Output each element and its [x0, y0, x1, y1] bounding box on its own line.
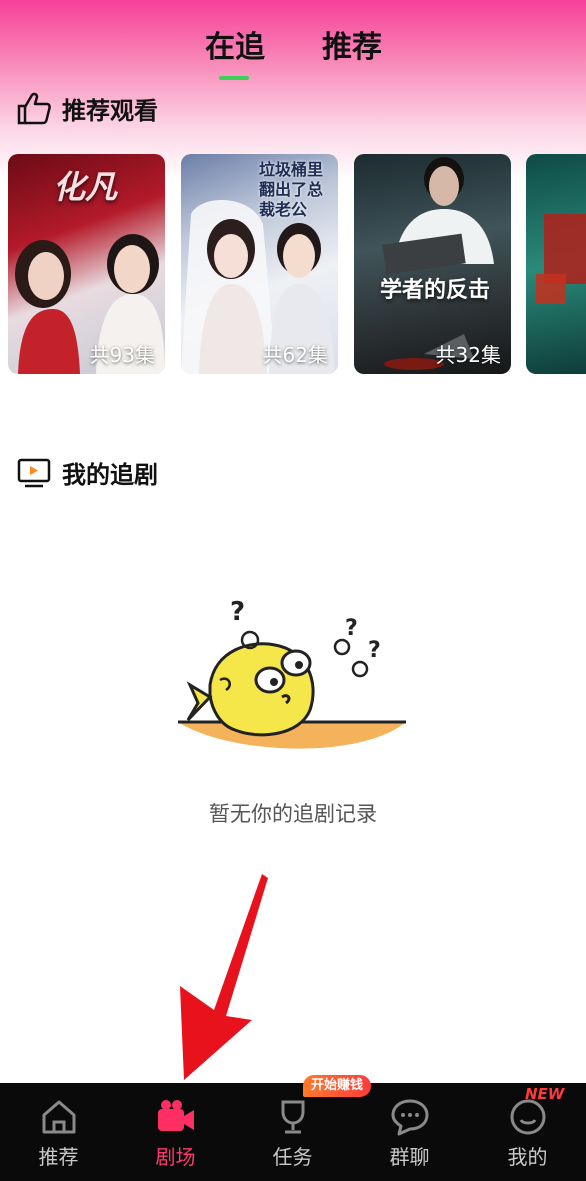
tv-icon [17, 458, 51, 488]
svg-text:?: ? [230, 597, 245, 627]
nav-item-tasks[interactable]: 任务 [234, 1083, 351, 1181]
episode-count: 共32集 [435, 343, 501, 367]
tab-following[interactable]: 在追 [205, 22, 265, 66]
chat-bubble-icon [391, 1099, 428, 1136]
my-shows-section-title: 我的追剧 [62, 460, 158, 489]
recommend-carousel[interactable]: 化凡 共93集 垃圾桶里翻出了总裁老公 共62集 学者的反击 共32集 [8, 154, 586, 376]
drama-card[interactable]: 学者的反击 共32集 [354, 154, 511, 374]
my-shows-section-header: 我的追剧 [16, 452, 158, 492]
confused-fish-illustration: ? ? ? [178, 597, 406, 749]
empty-state-text: 暂无你的追剧记录 [209, 802, 377, 826]
nav-label: 任务 [272, 1145, 313, 1169]
home-icon [42, 1100, 75, 1134]
thumbs-up-icon [17, 92, 51, 125]
nav-label: 推荐 [38, 1145, 79, 1169]
drama-card[interactable] [526, 154, 586, 374]
tab-recommend[interactable]: 推荐 [322, 22, 382, 66]
episode-count: 共62集 [262, 343, 328, 367]
drama-card[interactable]: 化凡 共93集 [8, 154, 165, 374]
nav-item-home[interactable]: 推荐 [0, 1083, 117, 1181]
nav-label: 我的 [507, 1145, 548, 1169]
drama-title-art: 垃圾桶里翻出了总裁老公 [259, 160, 324, 219]
active-tab-indicator [219, 76, 249, 80]
recommend-section-header: 推荐观看 [16, 88, 158, 128]
nav-label: 群聊 [389, 1145, 430, 1169]
new-badge: NEW [525, 1085, 565, 1103]
recommend-section-title: 推荐观看 [62, 96, 158, 125]
nav-item-theater[interactable]: 剧场 [117, 1083, 234, 1181]
nav-label: 剧场 [155, 1145, 196, 1169]
drama-card[interactable]: 垃圾桶里翻出了总裁老公 共62集 [181, 154, 338, 374]
video-camera-icon [157, 1100, 194, 1131]
nav-item-group-chat[interactable]: 群聊 [351, 1083, 468, 1181]
drama-title-art: 化凡 [53, 168, 118, 206]
earn-money-badge: 开始赚钱 [303, 1075, 372, 1097]
poster-title-art [536, 214, 586, 304]
profile-icon [510, 1099, 545, 1135]
trophy-icon [281, 1100, 304, 1134]
drama-title-art: 学者的反击 [380, 278, 491, 303]
arrow-down-icon [180, 874, 268, 1080]
svg-text:?: ? [368, 638, 381, 663]
top-tabs: 在追 推荐 [0, 18, 586, 88]
episode-count: 共93集 [89, 343, 155, 367]
svg-text:?: ? [345, 616, 358, 641]
bottom-navigation: 推荐 剧场 任务 群聊 我的 [0, 1083, 586, 1181]
